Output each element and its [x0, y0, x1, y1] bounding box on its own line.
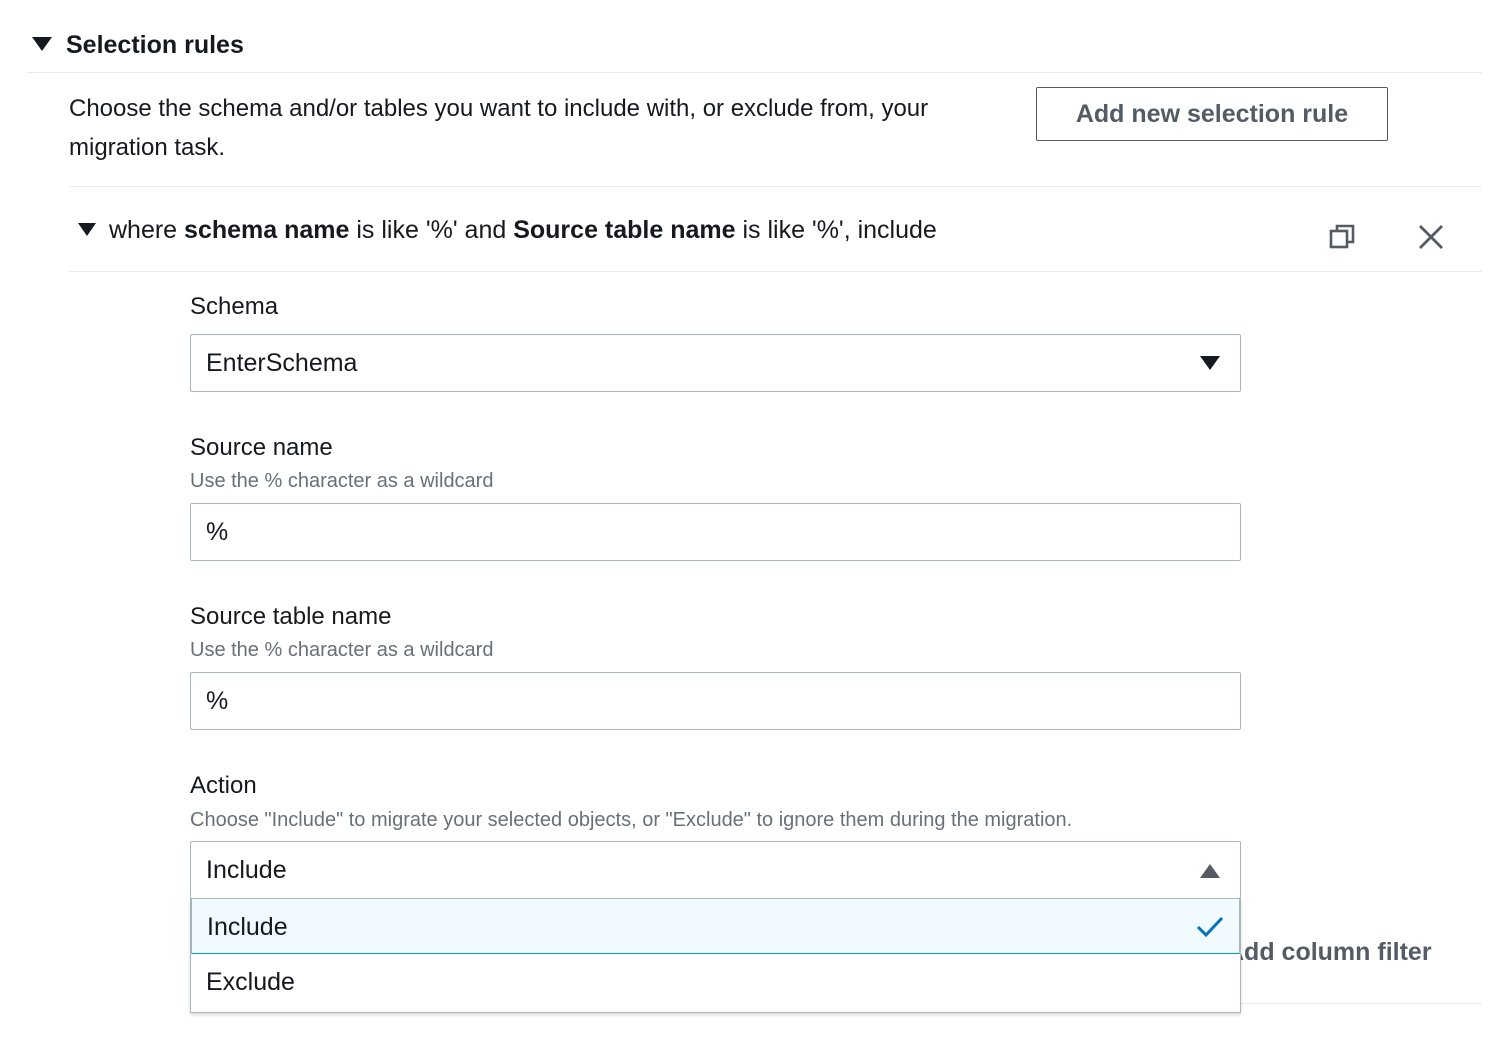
rule-summary[interactable]: where schema name is like '%' and Source…	[109, 214, 937, 246]
section-title: Selection rules	[66, 31, 244, 59]
add-column-filter-button[interactable]: Add column filter	[1226, 934, 1432, 970]
action-label: Action	[190, 772, 257, 799]
schema-select-value: EnterSchema	[206, 349, 358, 377]
action-option-include[interactable]: Include	[191, 898, 1240, 954]
divider	[69, 186, 1482, 187]
caret-down-icon	[1200, 356, 1220, 370]
schema-select[interactable]: EnterSchema	[190, 334, 1241, 392]
copy-icon[interactable]	[1328, 222, 1358, 252]
action-hint: Choose "Include" to migrate your selecte…	[190, 809, 1073, 831]
source-table-name-hint: Use the % character as a wildcard	[190, 639, 494, 661]
rule-summary-mid2: is like '%', include	[735, 216, 937, 244]
caret-down-icon[interactable]	[78, 223, 96, 236]
action-dropdown-list: Include Exclude	[190, 898, 1241, 1013]
schema-label: Schema	[190, 293, 279, 320]
divider	[1240, 1003, 1482, 1004]
source-table-name-field-box	[190, 672, 1241, 730]
divider	[26, 72, 1482, 73]
action-select[interactable]: Include	[190, 841, 1241, 899]
source-name-label: Source name	[190, 434, 333, 461]
rule-summary-mid1: is like '%' and	[349, 216, 514, 244]
option-label: Include	[207, 913, 288, 941]
action-option-exclude[interactable]: Exclude	[191, 954, 1240, 1010]
caret-up-icon	[1200, 864, 1220, 878]
action-select-value: Include	[206, 856, 287, 884]
source-table-name-label: Source table name	[190, 603, 392, 630]
close-icon[interactable]	[1416, 222, 1446, 252]
caret-down-icon[interactable]	[32, 37, 52, 51]
rule-summary-schema: schema name	[184, 216, 350, 244]
source-name-input[interactable]	[191, 504, 1240, 560]
rule-summary-where: where	[109, 216, 185, 244]
rule-summary-table: Source table name	[513, 216, 736, 244]
source-table-name-input[interactable]	[191, 673, 1240, 729]
check-icon	[1196, 916, 1224, 938]
option-label: Exclude	[206, 968, 295, 996]
divider	[69, 271, 1482, 272]
add-new-selection-rule-button[interactable]: Add new selection rule	[1036, 87, 1388, 141]
section-header[interactable]: Selection rules	[0, 0, 1508, 72]
source-name-field-box	[190, 503, 1241, 561]
section-description: Choose the schema and/or tables you want…	[69, 95, 929, 161]
source-name-hint: Use the % character as a wildcard	[190, 470, 494, 492]
